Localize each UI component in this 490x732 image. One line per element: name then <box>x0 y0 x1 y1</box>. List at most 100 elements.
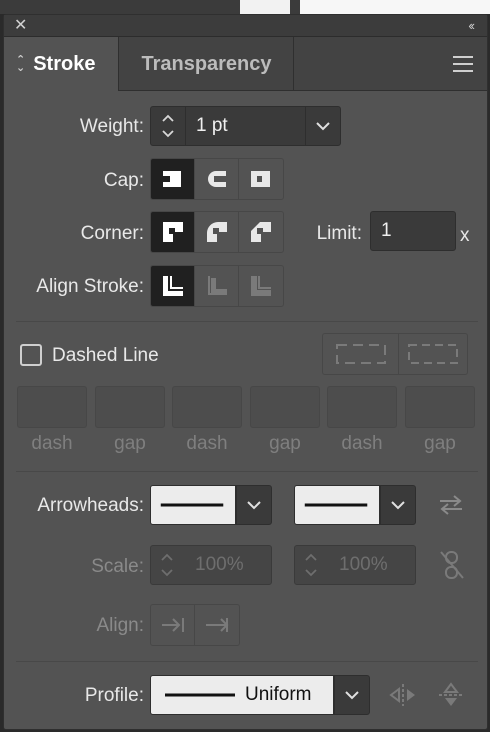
chevron-down-icon <box>391 501 405 510</box>
limit-label: Limit: <box>316 223 362 244</box>
align-dashes-button[interactable] <box>399 334 467 374</box>
weight-label: Weight: <box>79 116 144 137</box>
profile-dropdown[interactable] <box>334 675 370 715</box>
dashed-line-checkbox[interactable] <box>20 344 42 366</box>
gap-input-1[interactable] <box>95 386 165 428</box>
preserve-dashes-icon <box>335 344 386 364</box>
extend-arrow-tip-button[interactable] <box>151 605 195 645</box>
gap-label: gap <box>114 433 146 454</box>
end-scale-input[interactable]: 100% <box>294 545 416 585</box>
limit-value: 1 <box>381 220 392 241</box>
align-center-icon <box>162 276 183 296</box>
dash-label: dash <box>186 433 228 454</box>
limit-unit: x <box>460 225 470 246</box>
round-join-button[interactable] <box>195 212 239 252</box>
stepper-icon <box>305 553 317 577</box>
tab-stroke[interactable]: ⌃ ⌄ Stroke <box>4 37 119 91</box>
panel-titlebar: ✕ ‹‹ <box>4 15 487 37</box>
start-arrowhead-select[interactable] <box>150 485 236 525</box>
dashed-line-label: Dashed Line <box>52 345 159 366</box>
section-divider <box>16 471 478 472</box>
start-scale-input[interactable]: 100% <box>150 545 272 585</box>
weight-stepper[interactable] <box>150 106 186 146</box>
section-divider <box>16 321 478 322</box>
end-arrowhead-select[interactable] <box>294 485 380 525</box>
align-stroke-label: Align Stroke: <box>36 276 144 297</box>
gap-label: gap <box>269 433 301 454</box>
corner-label: Corner: <box>80 223 144 244</box>
tab-options-icon[interactable]: ⌃ ⌄ <box>16 55 25 74</box>
projecting-cap-button[interactable] <box>239 159 283 199</box>
dash-input-1[interactable] <box>17 386 87 428</box>
chevron-down-icon <box>247 501 261 510</box>
end-arrowhead-dropdown[interactable] <box>380 485 416 525</box>
tab-transparency[interactable]: Transparency <box>120 37 294 91</box>
arrow-align-buttons <box>150 604 240 646</box>
limit-input[interactable]: 1 <box>370 211 456 251</box>
round-join-icon <box>206 222 227 242</box>
dash-label: dash <box>31 433 73 454</box>
close-icon[interactable]: ✕ <box>14 17 27 35</box>
collapse-icon[interactable]: ‹‹ <box>468 17 475 35</box>
gap-input-2[interactable] <box>250 386 320 428</box>
dash-alignment-buttons <box>322 333 468 375</box>
bevel-join-icon <box>251 222 271 242</box>
round-cap-icon <box>207 171 226 187</box>
weight-dropdown[interactable] <box>305 106 341 146</box>
weight-value: 1 pt <box>196 115 228 136</box>
stroke-panel: ✕ ‹‹ ⌃ ⌄ Stroke Transparency Weight: 1 pt… <box>3 14 488 730</box>
chevron-down-icon <box>316 122 330 131</box>
gap-input-3[interactable] <box>405 386 475 428</box>
align-label: Align: <box>96 615 144 636</box>
projecting-cap-icon <box>251 171 270 187</box>
miter-join-button[interactable] <box>151 212 195 252</box>
bevel-join-button[interactable] <box>239 212 283 252</box>
section-divider <box>16 661 478 662</box>
artboard-edge <box>240 0 290 14</box>
corner-buttons <box>150 211 284 253</box>
align-center-button[interactable] <box>151 266 195 306</box>
align-dashes-icon <box>408 344 458 364</box>
dash-label: dash <box>341 433 383 454</box>
end-scale-value: 100% <box>339 554 388 575</box>
artboard-edge <box>300 0 490 14</box>
place-arrow-tip-button[interactable] <box>195 605 239 645</box>
chevron-down-icon <box>345 691 359 700</box>
gap-label: gap <box>424 433 456 454</box>
weight-input[interactable]: 1 pt <box>185 106 306 146</box>
start-scale-value: 100% <box>195 554 244 575</box>
stepper-icon <box>161 553 173 577</box>
extend-arrow-icon <box>161 618 184 632</box>
dash-input-2[interactable] <box>172 386 242 428</box>
flip-across-icon[interactable] <box>436 681 466 709</box>
profile-label: Profile: <box>84 685 144 706</box>
miter-join-icon <box>162 222 183 242</box>
tab-label: Stroke <box>33 52 96 75</box>
dash-input-3[interactable] <box>327 386 397 428</box>
cap-buttons <box>150 158 284 200</box>
profile-select[interactable]: Uniform <box>150 675 334 715</box>
panel-tabs: ⌃ ⌄ Stroke Transparency <box>4 37 487 91</box>
canvas-background <box>0 0 490 14</box>
panel-menu-icon[interactable] <box>453 56 473 72</box>
start-arrowhead-dropdown[interactable] <box>236 485 272 525</box>
arrowheads-label: Arrowheads: <box>37 495 144 516</box>
swap-arrowheads-icon[interactable] <box>436 493 466 517</box>
flip-along-icon[interactable] <box>388 681 418 709</box>
align-stroke-buttons <box>150 265 284 307</box>
line-preview-icon <box>165 693 235 697</box>
scale-label: Scale: <box>91 556 144 577</box>
unlink-scale-icon[interactable] <box>438 549 466 581</box>
place-arrow-icon <box>206 618 229 632</box>
round-cap-button[interactable] <box>195 159 239 199</box>
tab-label: Transparency <box>141 52 272 75</box>
align-outside-icon <box>251 276 271 296</box>
cap-label: Cap: <box>103 170 144 191</box>
butt-cap-icon <box>162 171 181 187</box>
preserve-dashes-button[interactable] <box>323 334 399 374</box>
align-inside-button[interactable] <box>195 266 239 306</box>
align-outside-button[interactable] <box>239 266 283 306</box>
line-preview-icon <box>304 503 368 507</box>
profile-value: Uniform <box>245 684 312 705</box>
butt-cap-button[interactable] <box>151 159 195 199</box>
